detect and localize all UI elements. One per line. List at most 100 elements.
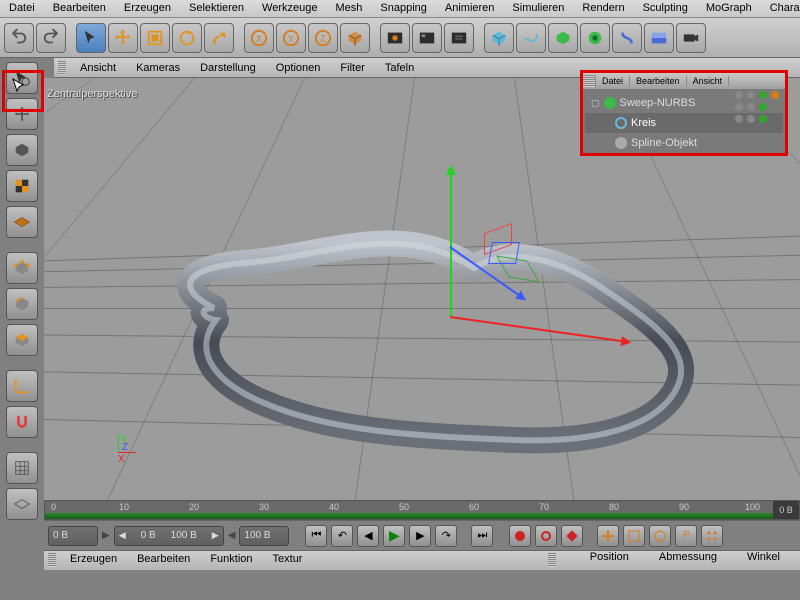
vis-dot[interactable] [735, 103, 743, 111]
om-menu-ansicht[interactable]: Ansicht [687, 76, 730, 86]
prev-key-button[interactable]: ↶ [331, 525, 353, 547]
render-settings-button[interactable] [444, 23, 474, 53]
end-frame-field[interactable]: 100 B [239, 526, 289, 546]
svg-text:X: X [256, 33, 262, 43]
timeline-range[interactable] [45, 513, 773, 519]
next-key-button[interactable]: ↷ [435, 525, 457, 547]
vis-dot[interactable] [735, 115, 743, 123]
texture-mode[interactable] [6, 170, 38, 202]
menu-charakter[interactable]: Charak [761, 0, 800, 17]
view-filter[interactable]: Filter [330, 60, 374, 76]
enable-dot[interactable] [759, 115, 767, 123]
goto-start-button[interactable]: ⏮ [305, 525, 327, 547]
pla-key-button[interactable] [701, 525, 723, 547]
menu-datei[interactable]: Datei [0, 0, 44, 17]
attr-textur[interactable]: Textur [263, 551, 313, 570]
attr-erzeugen[interactable]: Erzeugen [60, 551, 127, 570]
range-field[interactable]: ◀0 B100 B▶ [114, 526, 224, 546]
param-key-button[interactable]: P [675, 525, 697, 547]
workplane-mode[interactable] [6, 206, 38, 238]
workplane-locked[interactable] [6, 488, 38, 520]
grip-icon[interactable] [48, 553, 56, 567]
primitive-button[interactable] [484, 23, 514, 53]
rot-key-button[interactable] [649, 525, 671, 547]
x-axis-button[interactable]: X [244, 23, 274, 53]
vis-dot[interactable] [747, 103, 755, 111]
rotate-tool[interactable] [172, 23, 202, 53]
render-view-button[interactable] [380, 23, 410, 53]
modeling-button[interactable] [580, 23, 610, 53]
deformer-button[interactable] [612, 23, 642, 53]
vis-dot[interactable] [747, 91, 755, 99]
workplane-snap[interactable] [6, 452, 38, 484]
polygon-mode[interactable] [6, 324, 38, 356]
redo-button[interactable] [36, 23, 66, 53]
timeline-ruler[interactable]: 0 10 20 30 40 50 60 70 80 90 100 0 B [44, 500, 800, 520]
grip-icon[interactable] [548, 553, 556, 567]
render-button[interactable] [412, 23, 442, 53]
view-kameras[interactable]: Kameras [126, 60, 190, 76]
menu-mesh[interactable]: Mesh [326, 0, 371, 17]
scale-tool[interactable] [140, 23, 170, 53]
view-ansicht[interactable]: Ansicht [70, 60, 126, 76]
coord-size-label: Abmessung [659, 551, 717, 570]
menu-simulieren[interactable]: Simulieren [503, 0, 573, 17]
recent-tool[interactable] [204, 23, 234, 53]
enable-dot[interactable] [759, 91, 767, 99]
tree-item-spline[interactable]: Spline-Objekt [585, 133, 783, 153]
menu-mograph[interactable]: MoGraph [697, 0, 761, 17]
scale-key-button[interactable] [623, 525, 645, 547]
grip-icon[interactable] [58, 61, 66, 75]
enable-dot[interactable] [759, 103, 767, 111]
menu-werkzeuge[interactable]: Werkzeuge [253, 0, 326, 17]
environment-button[interactable] [644, 23, 674, 53]
menu-erzeugen[interactable]: Erzeugen [115, 0, 180, 17]
view-darstellung[interactable]: Darstellung [190, 60, 266, 76]
start-frame-field[interactable]: 0 B [48, 526, 98, 546]
prev-frame-button[interactable]: ◀ [357, 525, 379, 547]
z-axis-button[interactable]: Z [308, 23, 338, 53]
keyframe-button[interactable] [561, 525, 583, 547]
object-manager: Datei Bearbeiten Ansicht ▢ Sweep-NURBS K… [580, 70, 788, 156]
undo-button[interactable] [4, 23, 34, 53]
menu-snapping[interactable]: Snapping [371, 0, 436, 17]
object-manager-menubar: Datei Bearbeiten Ansicht [583, 73, 785, 89]
expand-icon[interactable]: ▢ [591, 98, 600, 109]
coord-system-button[interactable] [340, 23, 370, 53]
menu-selektieren[interactable]: Selektieren [180, 0, 253, 17]
y-axis-icon [450, 168, 452, 318]
om-menu-bearbeiten[interactable]: Bearbeiten [630, 76, 687, 86]
next-frame-button[interactable]: ▶ [409, 525, 431, 547]
y-axis-button[interactable]: Y [276, 23, 306, 53]
nurbs-button[interactable] [548, 23, 578, 53]
goto-end-button[interactable]: ⏭ [471, 525, 493, 547]
menu-animieren[interactable]: Animieren [436, 0, 504, 17]
record-button[interactable] [509, 525, 531, 547]
menu-rendern[interactable]: Rendern [573, 0, 633, 17]
view-optionen[interactable]: Optionen [266, 60, 331, 76]
attr-funktion[interactable]: Funktion [200, 551, 262, 570]
pos-key-button[interactable] [597, 525, 619, 547]
menu-bearbeiten[interactable]: Bearbeiten [44, 0, 115, 17]
play-button[interactable]: ▶ [383, 525, 405, 547]
view-tafeln[interactable]: Tafeln [375, 60, 424, 76]
point-mode[interactable] [6, 252, 38, 284]
vis-dot[interactable] [735, 91, 743, 99]
move-tool[interactable] [108, 23, 138, 53]
move-local-tool[interactable] [6, 98, 38, 130]
axis-tool[interactable] [6, 370, 38, 402]
edge-mode[interactable] [6, 288, 38, 320]
main-menubar: Datei Bearbeiten Erzeugen Selektieren We… [0, 0, 800, 18]
menu-sculpting[interactable]: Sculpting [634, 0, 697, 17]
vis-dot[interactable] [747, 115, 755, 123]
camera-button[interactable] [676, 23, 706, 53]
tag-dot[interactable] [771, 91, 779, 99]
snap-tool[interactable] [6, 406, 38, 438]
om-menu-datei[interactable]: Datei [596, 76, 630, 86]
autokey-button[interactable] [535, 525, 557, 547]
select-tool[interactable] [76, 23, 106, 53]
model-mode[interactable] [6, 134, 38, 166]
spline-button[interactable] [516, 23, 546, 53]
spline-icon [615, 137, 627, 149]
attr-bearbeiten[interactable]: Bearbeiten [127, 551, 200, 570]
